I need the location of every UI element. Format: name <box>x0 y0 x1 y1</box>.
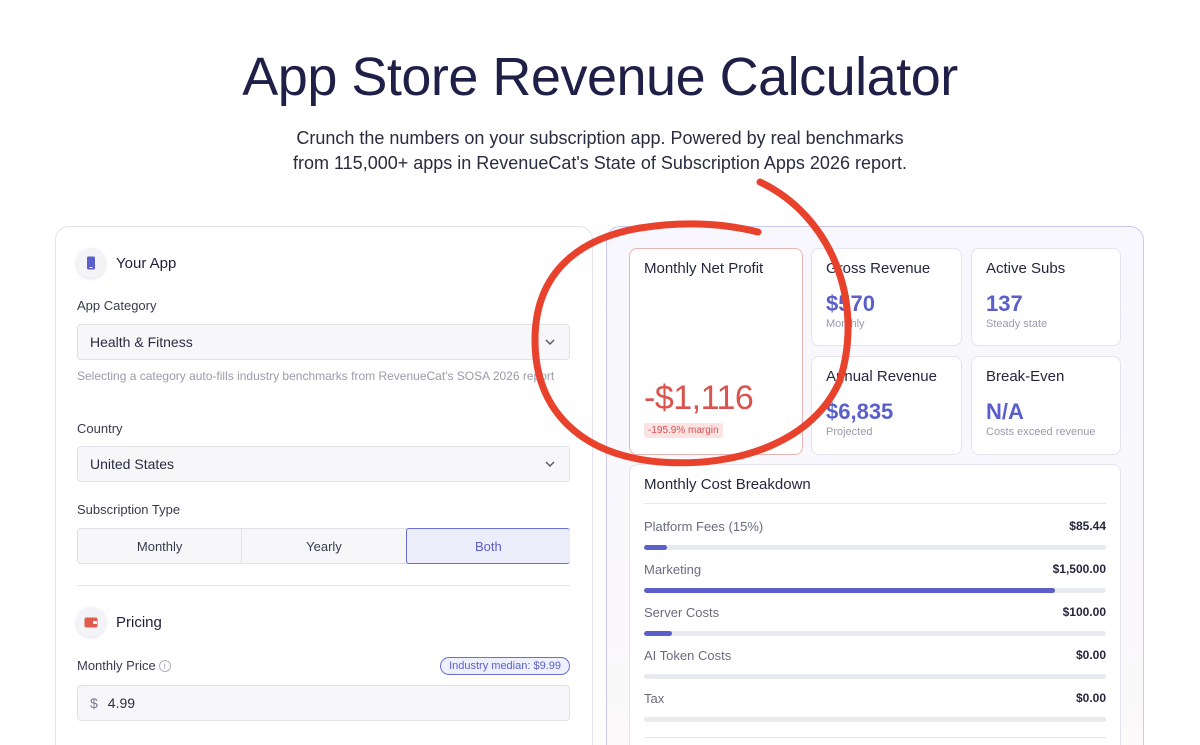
phone-icon <box>76 248 106 278</box>
cost-row-label: Marketing <box>644 562 702 577</box>
chevron-down-icon <box>545 461 555 467</box>
cost-bar-fill <box>644 588 1056 593</box>
category-value: Health & Fitness <box>90 334 193 350</box>
cost-row-ai-token-costs: AI Token Costs $0.00 <box>644 648 1106 679</box>
annual-revenue-sub: Projected <box>826 426 873 438</box>
subtitle-line-2: from 115,000+ apps in RevenueCat's State… <box>293 153 907 173</box>
cost-bar-track <box>644 717 1106 722</box>
net-profit-margin: -195.9% margin <box>644 423 723 438</box>
monthly-price-label: Monthly Price i <box>77 658 171 673</box>
cost-row-amount: $0.00 <box>1075 691 1106 705</box>
subscription-type-toggle: Monthly Yearly Both <box>77 528 570 564</box>
industry-median-badge: Industry median: $9.99 <box>440 657 570 675</box>
info-icon[interactable]: i <box>158 660 171 672</box>
category-hint: Selecting a category auto-fills industry… <box>77 369 555 383</box>
annual-revenue-label: Annual Revenue <box>826 368 937 385</box>
active-subs-value: 137 <box>986 291 1023 316</box>
cost-bar-track <box>644 588 1106 593</box>
breakdown-divider <box>644 503 1106 504</box>
country-value: United States <box>90 456 175 472</box>
gross-revenue-card: Gross Revenue $570 Monthly <box>811 248 962 346</box>
cost-row-amount: $85.44 <box>1069 519 1106 533</box>
cost-bar-fill <box>644 631 672 636</box>
break-even-value: N/A <box>986 399 1024 424</box>
cost-row-amount: $0.00 <box>1075 648 1106 662</box>
pricing-header: Pricing <box>76 607 162 637</box>
gross-revenue-label: Gross Revenue <box>826 260 931 277</box>
active-subs-card: Active Subs 137 Steady state <box>971 248 1121 346</box>
cost-bar-fill <box>644 545 668 550</box>
monthly-price-input[interactable]: $ 4.99 <box>77 685 570 721</box>
cost-row-label: Platform Fees (15%) <box>644 519 764 534</box>
cost-bar-track <box>644 545 1106 550</box>
subscription-type-label: Subscription Type <box>77 502 181 517</box>
your-app-title: Your App <box>116 254 177 272</box>
subscription-option-monthly[interactable]: Monthly <box>78 529 243 563</box>
monthly-price-value: 4.99 <box>107 695 136 711</box>
chevron-down-icon <box>545 339 555 345</box>
cost-row-tax: Tax $0.00 <box>644 691 1106 722</box>
subtitle-line-1: Crunch the numbers on your subscription … <box>296 128 904 148</box>
breakdown-divider <box>644 737 1106 738</box>
country-label: Country <box>77 421 123 436</box>
break-even-sub: Costs exceed revenue <box>986 426 1096 438</box>
cost-row-label: Tax <box>644 691 665 706</box>
break-even-label: Break-Even <box>986 368 1065 385</box>
net-profit-value: -$1,116 <box>644 379 754 417</box>
results-panel: Monthly Net Profit -$1,116 -195.9% margi… <box>606 226 1144 745</box>
category-select[interactable]: Health & Fitness <box>77 324 570 360</box>
country-select[interactable]: United States <box>77 446 570 482</box>
cost-row-label: Server Costs <box>644 605 720 620</box>
category-label: App Category <box>77 298 157 313</box>
gross-revenue-value: $570 <box>826 291 875 316</box>
gross-revenue-sub: Monthly <box>826 318 865 330</box>
active-subs-label: Active Subs <box>986 260 1066 277</box>
cost-row-marketing: Marketing $1,500.00 <box>644 562 1106 593</box>
currency-symbol: $ <box>90 695 98 711</box>
page-subtitle: Crunch the numbers on your subscription … <box>0 126 1200 176</box>
cost-breakdown-card: Monthly Cost Breakdown Platform Fees (15… <box>629 464 1121 745</box>
cost-row-label: AI Token Costs <box>644 648 732 663</box>
cost-row-server-costs: Server Costs $100.00 <box>644 605 1106 636</box>
cost-breakdown-title: Monthly Cost Breakdown <box>644 476 811 493</box>
active-subs-sub: Steady state <box>986 318 1048 330</box>
cost-row-amount: $1,500.00 <box>1052 562 1106 576</box>
pricing-title: Pricing <box>116 613 162 631</box>
annual-revenue-card: Annual Revenue $6,835 Projected <box>811 356 962 455</box>
wallet-icon <box>76 607 106 637</box>
cost-row-amount: $100.00 <box>1062 605 1106 619</box>
your-app-header: Your App <box>76 248 176 278</box>
page-title: App Store Revenue Calculator <box>242 47 958 107</box>
section-divider <box>77 585 570 586</box>
annual-revenue-value: $6,835 <box>826 399 894 424</box>
subscription-option-both[interactable]: Both <box>405 528 570 564</box>
net-profit-card: Monthly Net Profit -$1,116 -195.9% margi… <box>629 248 803 455</box>
cost-row-platform-fees: Platform Fees (15%) $85.44 <box>644 519 1106 550</box>
cost-bar-track <box>644 674 1106 679</box>
break-even-card: Break-Even N/A Costs exceed revenue <box>971 356 1121 455</box>
inputs-card: Your App App Category Health & Fitness S… <box>55 226 593 745</box>
subscription-option-yearly[interactable]: Yearly <box>242 529 407 563</box>
monthly-price-label-text: Monthly Price <box>77 658 156 673</box>
cost-bar-track <box>644 631 1106 636</box>
net-profit-label: Monthly Net Profit <box>644 260 764 277</box>
